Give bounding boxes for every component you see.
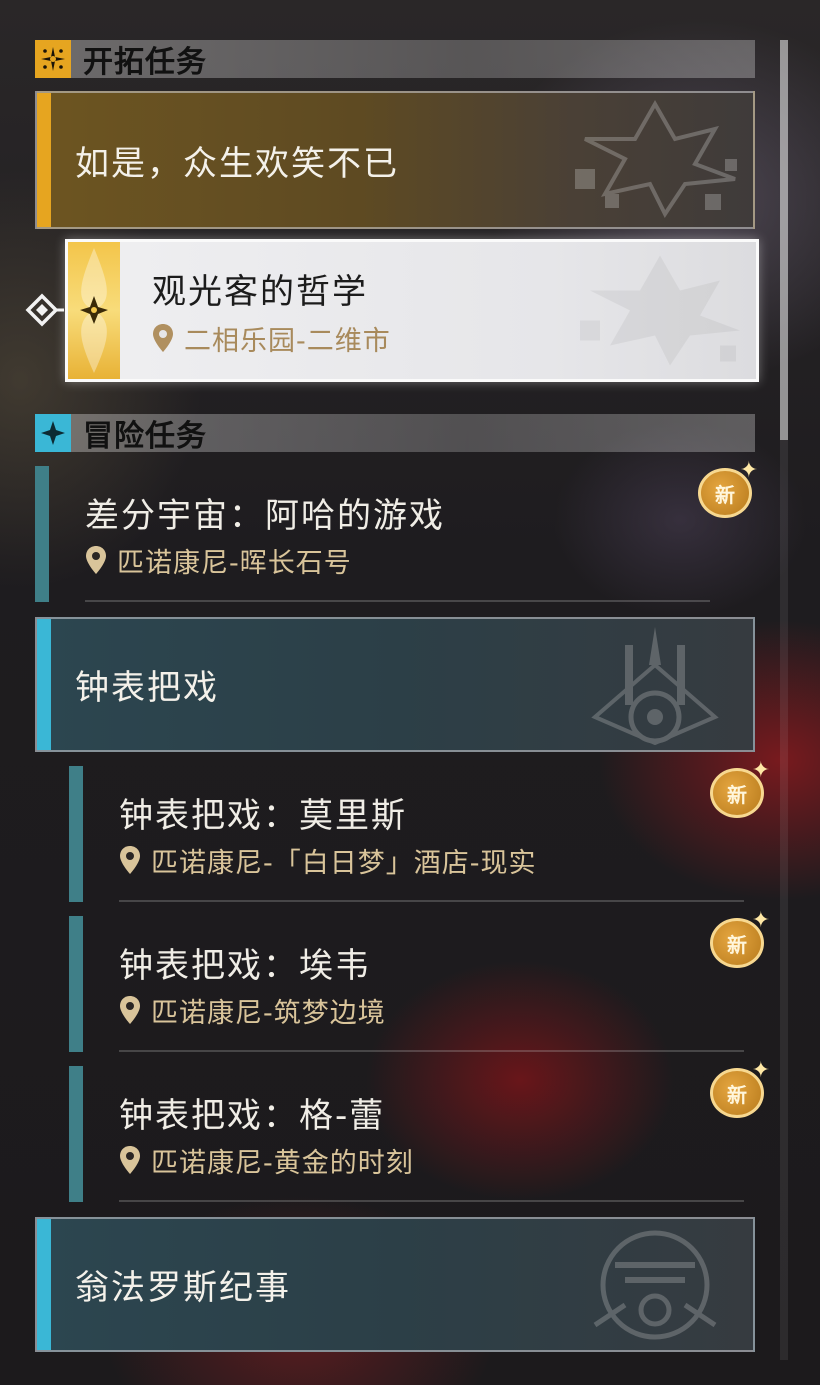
- sparkle-icon: ✦: [751, 1058, 770, 1083]
- quest-accent-bar: [69, 766, 83, 902]
- map-pin-icon: [153, 324, 173, 352]
- quest-location-text: 匹诺康尼-「白日梦」酒店-现实: [151, 847, 537, 879]
- amphoreus-category-title: 翁法罗斯纪事: [75, 1268, 291, 1308]
- list-item[interactable]: 钟表把戏：格-蕾 匹诺康尼-黄金的时刻: [69, 1066, 754, 1202]
- trailblaze-category-card[interactable]: 如是，众生欢笑不已: [35, 91, 755, 229]
- divider: [119, 1050, 744, 1052]
- sparkle-icon: ✦: [751, 908, 770, 933]
- list-item[interactable]: 钟表把戏：埃韦 匹诺康尼-筑梦边境: [69, 916, 754, 1052]
- selected-quest-card[interactable]: 观光客的哲学 二相乐园-二维市: [65, 239, 759, 382]
- quest-title: 差分宇宙：阿哈的游戏: [85, 496, 445, 536]
- quest-location: 匹诺康尼-晖长石号: [85, 542, 352, 579]
- amphoreus-emblem-icon: [593, 1230, 717, 1340]
- selected-quest-location-text: 二相乐园-二维市: [184, 325, 391, 357]
- adventure-section-title: 冒险任务: [83, 419, 207, 454]
- new-badge: 新 ✦: [706, 1058, 770, 1118]
- new-badge: 新 ✦: [694, 458, 758, 518]
- new-badge: 新 ✦: [706, 758, 770, 818]
- quest-location: 匹诺康尼-筑梦边境: [119, 992, 386, 1029]
- compass-star-icon: [35, 40, 71, 78]
- clock-emblem-icon: [591, 627, 719, 745]
- quest-location-text: 匹诺康尼-筑梦边境: [151, 997, 386, 1029]
- trailblaze-category-title: 如是，众生欢笑不已: [75, 143, 399, 184]
- map-pin-icon: [86, 546, 106, 574]
- quest-type-badge: [68, 242, 120, 379]
- selected-quest-title: 观光客的哲学: [152, 272, 368, 312]
- list-item[interactable]: 钟表把戏：莫里斯 匹诺康尼-「白日梦」酒店-现实: [69, 766, 754, 902]
- map-pin-icon: [120, 846, 140, 874]
- trailblaze-section-title: 开拓任务: [83, 45, 207, 80]
- list-item[interactable]: 差分宇宙：阿哈的游戏 匹诺康尼-晖长石号: [35, 466, 720, 602]
- divider: [85, 600, 710, 602]
- quest-title: 钟表把戏：埃韦: [119, 946, 371, 986]
- quest-location-text: 匹诺康尼-黄金的时刻: [151, 1147, 414, 1179]
- quest-title: 钟表把戏：莫里斯: [119, 796, 407, 836]
- quest-accent-bar: [69, 916, 83, 1052]
- quest-title: 钟表把戏：格-蕾: [119, 1096, 386, 1136]
- sparkle-icon: ✦: [751, 758, 770, 783]
- quest-location: 匹诺康尼-黄金的时刻: [119, 1142, 414, 1179]
- scrollbar-thumb[interactable]: [780, 40, 788, 440]
- path-emblem-icon: [575, 99, 737, 218]
- quest-accent-bar: [35, 466, 49, 602]
- trailblaze-section-header: 开拓任务: [35, 40, 755, 80]
- divider: [119, 1200, 744, 1202]
- quest-accent-bar: [69, 1066, 83, 1202]
- path-emblem-icon: [580, 255, 740, 366]
- diamond-arrow-icon: [24, 292, 64, 328]
- new-badge: 新 ✦: [706, 908, 770, 968]
- divider: [119, 900, 744, 902]
- adventure-section-header: 冒险任务: [35, 414, 755, 454]
- map-pin-icon: [120, 996, 140, 1024]
- category-accent-stripe: [37, 1219, 51, 1350]
- amphoreus-category-card[interactable]: 翁法罗斯纪事: [35, 1217, 755, 1352]
- map-pin-icon: [120, 1146, 140, 1174]
- clockie-category-title: 钟表把戏: [75, 668, 219, 708]
- category-accent-stripe: [37, 93, 51, 227]
- category-accent-stripe: [37, 619, 51, 750]
- sparkle-icon: ✦: [739, 458, 758, 483]
- compass-star-icon: [80, 248, 108, 373]
- clockie-category-card[interactable]: 钟表把戏: [35, 617, 755, 752]
- four-point-star-icon: [35, 414, 71, 452]
- selected-quest-location: 二相乐园-二维市: [152, 320, 391, 357]
- quest-location-text: 匹诺康尼-晖长石号: [117, 547, 352, 579]
- quest-location: 匹诺康尼-「白日梦」酒店-现实: [119, 842, 537, 879]
